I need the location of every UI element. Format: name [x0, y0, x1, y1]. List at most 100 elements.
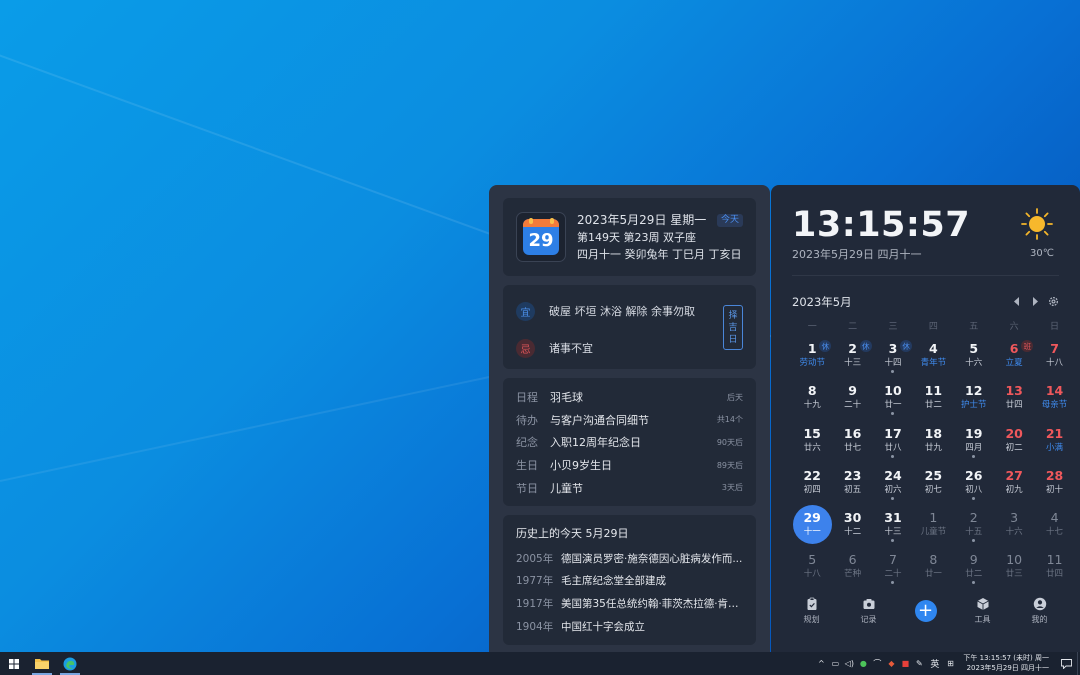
chevron-up-icon[interactable]: ^ [815, 657, 828, 670]
day-number: 22 [803, 467, 821, 483]
calendar-day[interactable]: 11 廿四 [1034, 547, 1074, 589]
next-month-button[interactable] [1029, 296, 1041, 308]
calendar-day[interactable]: 26 初八 [954, 463, 994, 505]
calendar-tray-icon[interactable]: ■ [899, 657, 912, 670]
calendar-day[interactable]: 24 初六 [873, 463, 913, 505]
calendar-day[interactable]: 11 廿二 [913, 378, 953, 420]
calendar-day[interactable]: 5 十八 [792, 547, 832, 589]
notification-center-button[interactable] [1055, 652, 1077, 675]
history-item[interactable]: 1917年 美国第35任总统约翰·菲茨杰拉德·肯尼... [516, 592, 743, 615]
history-item[interactable]: 2005年 德国演员罗密·施奈德因心脏病发作而... [516, 547, 743, 570]
calendar-day[interactable]: 20 初二 [994, 421, 1034, 463]
calendar-day[interactable]: 30 十二 [832, 505, 872, 547]
app-tray-icon[interactable]: ◆ [885, 657, 898, 670]
calendar-day[interactable]: 2 十三 休 [832, 336, 872, 378]
event-row[interactable]: 生日 小贝9岁生日 89天后 [516, 454, 743, 477]
calendar-day[interactable]: 28 初十 [1034, 463, 1074, 505]
yi-text: 破屋 坏垣 沐浴 解除 余事勿取 [549, 305, 695, 318]
calendar-day[interactable]: 27 初九 [994, 463, 1034, 505]
nav-plan[interactable]: 规划 [792, 597, 832, 625]
date-card[interactable]: 29 2023年5月29日 星期一 今天 第149天 第23周 双子座 四月十一… [503, 198, 756, 276]
calendar-day[interactable]: 8 十九 [792, 378, 832, 420]
calendar-day[interactable]: 5 十六 [954, 336, 994, 378]
calendar-day[interactable]: 19 四月 [954, 421, 994, 463]
event-row[interactable]: 纪念 入职12周年纪念日 90天后 [516, 431, 743, 454]
event-row[interactable]: 节日 儿童节 3天后 [516, 476, 743, 499]
calendar-day[interactable]: 1 劳动节 休 [792, 336, 832, 378]
calendar-day[interactable]: 21 小满 [1034, 421, 1074, 463]
calendar-day[interactable]: 13 廿四 [994, 378, 1034, 420]
history-item[interactable]: 1904年 中国红十字会成立 [516, 615, 743, 638]
calendar-day[interactable]: 23 初五 [832, 463, 872, 505]
calendar-day[interactable]: 18 廿九 [913, 421, 953, 463]
calendar-day[interactable]: 9 二十 [832, 378, 872, 420]
nav-record[interactable]: 记录 [849, 597, 889, 625]
calendar-day[interactable]: 10 廿三 [994, 547, 1034, 589]
calendar-day[interactable]: 7 十八 [1034, 336, 1074, 378]
folder-icon [35, 659, 49, 669]
history-item[interactable]: 1977年 毛主席纪念堂全部建成 [516, 570, 743, 593]
calendar-day[interactable]: 6 立夏 班 [994, 336, 1034, 378]
calendar-day[interactable]: 31 十三 [873, 505, 913, 547]
edge-browser-icon [63, 657, 77, 670]
month-label[interactable]: 2023年5月 [792, 294, 852, 310]
event-type: 生日 [516, 459, 538, 473]
nav-mine[interactable]: 我的 [1020, 597, 1060, 625]
wifi-icon[interactable]: ⌒ [871, 657, 884, 670]
event-when: 90天后 [716, 437, 743, 447]
calendar-day[interactable]: 10 廿一 [873, 378, 913, 420]
history-title[interactable]: 历史上的今天 5月29日 [516, 523, 743, 547]
day-lunar-label: 廿四 [1005, 400, 1023, 411]
calendar-day[interactable]: 3 十六 [994, 505, 1034, 547]
calendar-day[interactable]: 4 青年节 [913, 336, 953, 378]
workday-badge: 班 [1021, 340, 1034, 352]
calendar-day[interactable]: 25 初七 [913, 463, 953, 505]
settings-button[interactable] [1047, 296, 1059, 308]
weekday-label: 二 [848, 322, 858, 332]
calendar-day[interactable]: 12 护士节 [954, 378, 994, 420]
calendar-day[interactable]: 2 十五 [954, 505, 994, 547]
volume-icon[interactable]: ◁) [843, 657, 856, 670]
nav-add[interactable]: + [906, 597, 946, 625]
day-lunar-label: 廿四 [1046, 569, 1064, 580]
nav-record-label: 记录 [860, 615, 877, 624]
edge-taskbar-button[interactable] [56, 652, 84, 675]
calendar-day[interactable]: 1 儿童节 [913, 505, 953, 547]
ime-indicator[interactable]: 英 [930, 657, 939, 670]
nav-tools[interactable]: 工具 [963, 597, 1003, 625]
days-grid: 1 劳动节休 2 十三休 3 十四休 4 青年节 5 十六 6 立夏班 7 十八 8 十九 9 二十 10 廿一 11 廿… [792, 336, 1067, 590]
calendar-day-today[interactable]: 29 十一 [792, 505, 833, 547]
prev-month-button[interactable] [1011, 296, 1023, 308]
event-dot [891, 454, 895, 458]
event-title: 与客户沟通合同细节 [550, 413, 649, 427]
event-row[interactable]: 日程 羽毛球 后天 [516, 386, 743, 409]
keyboard-grid-icon[interactable]: ⊞ [944, 657, 957, 670]
calendar-day[interactable]: 16 廿七 [832, 421, 872, 463]
calendar-day[interactable]: 6 芒种 [832, 547, 872, 589]
calendar-day[interactable]: 3 十四 休 [873, 336, 913, 378]
calendar-day[interactable]: 15 廿六 [792, 421, 832, 463]
start-button[interactable] [0, 652, 28, 675]
calendar-day[interactable]: 14 母亲节 [1034, 378, 1074, 420]
pen-icon[interactable]: ✎ [913, 657, 926, 670]
calendar-day[interactable]: 7 二十 [873, 547, 913, 589]
day-lunar-label: 初四 [803, 484, 821, 495]
wechat-icon[interactable]: ● [857, 657, 870, 670]
calendar-day[interactable]: 4 十七 [1034, 505, 1074, 547]
taskbar-clock[interactable]: 下午 13:15:57 (未时) 周一 2023年5月29日 四月十一 [963, 654, 1049, 673]
sun-icon[interactable] [1021, 208, 1053, 240]
calendar-day[interactable]: 17 廿八 [873, 421, 913, 463]
add-icon[interactable]: + [914, 600, 937, 622]
choose-lucky-day-button[interactable]: 择吉日 [723, 305, 743, 350]
calendar-day[interactable]: 22 初四 [792, 463, 832, 505]
day-number: 8 [929, 552, 938, 568]
network-device-icon[interactable]: ▭ [829, 657, 842, 670]
today-badge[interactable]: 今天 [716, 213, 743, 227]
event-row[interactable]: 待办 与客户沟通合同细节 共14个 [516, 409, 743, 432]
day-number: 10 [1006, 552, 1023, 568]
file-explorer-taskbar-button[interactable] [28, 652, 56, 675]
day-number: 9 [848, 383, 857, 399]
event-when: 共14个 [716, 415, 743, 425]
calendar-day[interactable]: 9 廿二 [954, 547, 994, 589]
calendar-day[interactable]: 8 廿一 [913, 547, 953, 589]
